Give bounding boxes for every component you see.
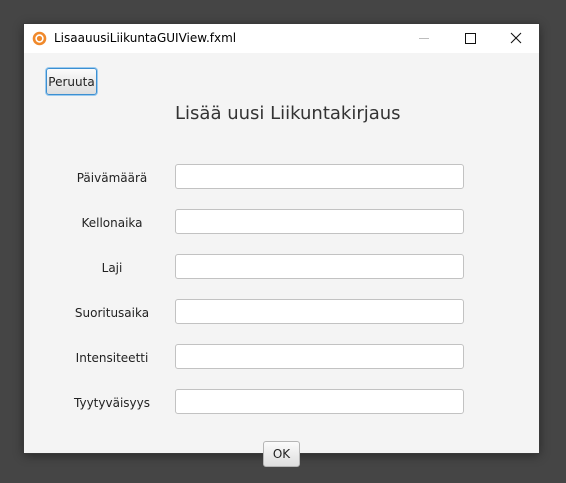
java-app-icon <box>32 31 47 46</box>
sport-input[interactable] <box>175 254 464 279</box>
maximize-button[interactable] <box>447 24 493 53</box>
window-title: LisaauusiLiikuntaGUIView.fxml <box>54 31 237 45</box>
date-input[interactable] <box>175 164 464 189</box>
time-label: Kellonaika <box>81 216 143 230</box>
close-icon <box>510 32 522 44</box>
form-panel: Peruuta Lisää uusi Liikuntakirjaus Päivä… <box>24 53 539 467</box>
intensity-label: Intensiteetti <box>75 351 149 365</box>
minimize-icon <box>419 38 429 39</box>
form-heading: Lisää uusi Liikuntakirjaus <box>175 103 401 124</box>
minimize-button[interactable] <box>401 24 447 53</box>
maximize-icon <box>465 33 476 44</box>
satisfaction-label: Tyytyväisyys <box>74 396 150 410</box>
app-window: LisaauusiLiikuntaGUIView.fxml Peruuta Li… <box>24 24 539 467</box>
title-bar[interactable]: LisaauusiLiikuntaGUIView.fxml <box>24 24 539 53</box>
close-button[interactable] <box>493 24 539 53</box>
time-input[interactable] <box>175 209 464 234</box>
duration-input[interactable] <box>175 299 464 324</box>
date-label: Päivämäärä <box>76 171 148 185</box>
duration-label: Suoritusaika <box>74 306 150 320</box>
sport-label: Laji <box>101 261 123 275</box>
intensity-input[interactable] <box>175 344 464 369</box>
cancel-button[interactable]: Peruuta <box>46 68 97 95</box>
ok-button[interactable]: OK <box>263 441 300 467</box>
satisfaction-input[interactable] <box>175 389 464 414</box>
